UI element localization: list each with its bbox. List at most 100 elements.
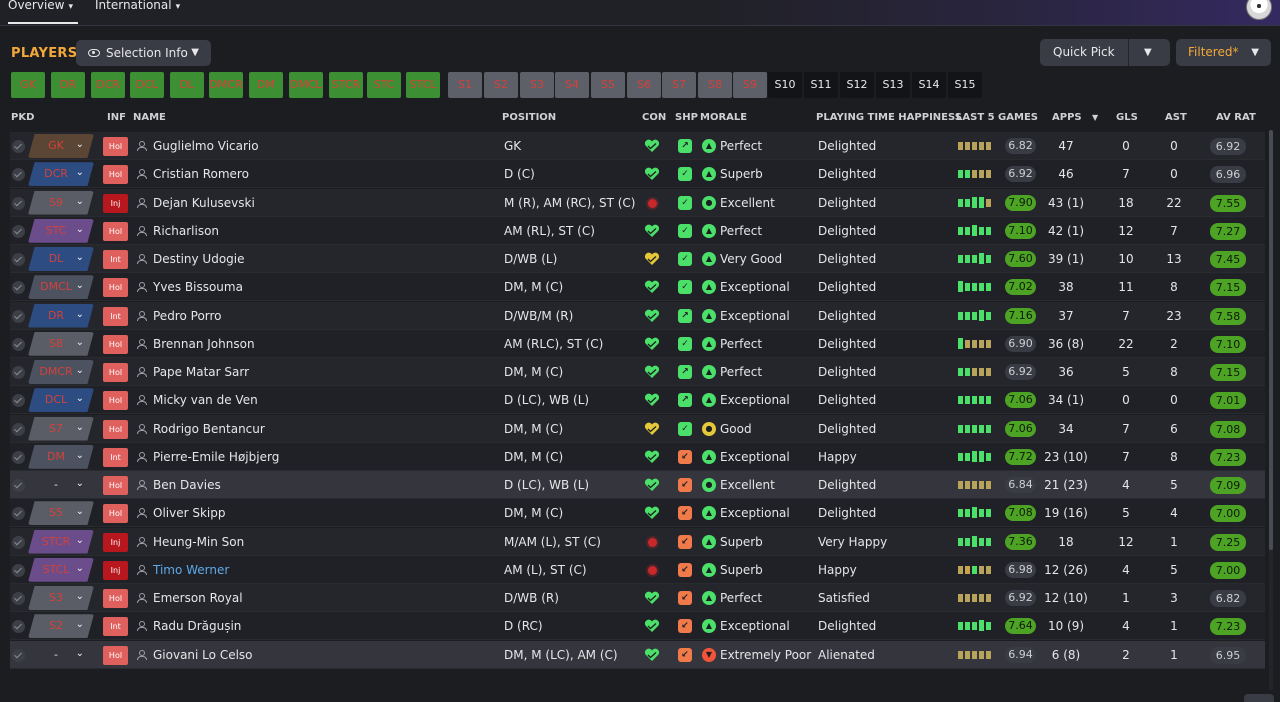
table-row[interactable]: GK ⌄ Hol Guglielmo Vicario GK ↗ ▲ Perfect Deligh… <box>10 132 1265 160</box>
selection-slot-dl[interactable]: DL <box>170 72 204 98</box>
table-row[interactable]: - ⌄ Hol Giovani Lo Celso DM, M (LC), AM (C) ↙… <box>10 640 1265 669</box>
position-pick-dropdown[interactable]: S3 ⌄ <box>28 586 94 610</box>
pick-check-icon[interactable] <box>12 507 25 521</box>
player-name[interactable]: Rodrigo Bentancur <box>153 415 265 443</box>
position-pick-dropdown[interactable]: DMCR ⌄ <box>28 360 94 384</box>
table-row[interactable]: - ⌄ Hol Ben Davies D (LC), WB (L) ↙ ● Excellent… <box>10 471 1265 499</box>
position-pick-dropdown[interactable]: - ⌄ <box>28 643 94 667</box>
selection-slot-s3[interactable]: S3 <box>520 72 554 98</box>
tab-international[interactable]: International ▾ <box>95 0 183 24</box>
scrollbar-thumb[interactable] <box>1269 130 1273 550</box>
position-pick-dropdown[interactable]: DCR ⌄ <box>28 162 94 187</box>
selection-slot-dm[interactable]: DM <box>249 72 283 98</box>
player-name[interactable]: Radu Drăgușin <box>153 612 241 640</box>
selection-slot-s1[interactable]: S1 <box>448 72 482 98</box>
selection-slot-s4[interactable]: S4 <box>555 72 589 98</box>
filter-dropdown[interactable]: Filtered* ▼ <box>1176 39 1271 66</box>
position-pick-dropdown[interactable]: DMCL ⌄ <box>28 275 94 300</box>
table-row[interactable]: DMCL ⌄ Hol Yves Bissouma DM, M (C) ✓ ▲ Exceptio… <box>10 273 1265 302</box>
selection-slot-s7[interactable]: S7 <box>662 72 696 98</box>
table-row[interactable]: DM ⌄ Int Pierre-Emile Højbjerg DM, M (C) ↙ ▲ Ex… <box>10 442 1265 471</box>
pick-check-icon[interactable] <box>12 168 25 182</box>
table-row[interactable]: DCR ⌄ Hol Cristian Romero D (C) ✓ ▲ Superb Delig… <box>10 160 1265 189</box>
bottom-handle[interactable] <box>1244 694 1274 702</box>
selection-slot-s5[interactable]: S5 <box>591 72 625 98</box>
pick-check-icon[interactable] <box>12 394 25 408</box>
quick-pick-button[interactable]: Quick Pick ▼ <box>1040 39 1170 66</box>
selection-slot-dr[interactable]: DR <box>51 72 85 98</box>
col-con[interactable]: CON <box>642 112 666 123</box>
player-name[interactable]: Cristian Romero <box>153 160 249 188</box>
player-name[interactable]: Pedro Porro <box>153 302 222 330</box>
player-name[interactable]: Micky van de Ven <box>153 386 258 414</box>
pick-check-icon[interactable] <box>12 563 25 577</box>
col-av-rat[interactable]: AV RAT <box>1216 112 1256 123</box>
selection-slot-s15[interactable]: S15 <box>948 72 982 98</box>
player-name[interactable]: Giovani Lo Celso <box>153 641 253 669</box>
table-row[interactable]: S9 ⌄ Inj Dejan Kulusevski M (R), AM (RC), ST… <box>10 188 1265 217</box>
table-row[interactable]: S2 ⌄ Int Radu Drăgușin D (RC) ↙ ▲ Exceptional De… <box>10 612 1265 641</box>
table-row[interactable]: STC ⌄ Hol Richarlison AM (RL), ST (C) ✓ ▲ Perfe… <box>10 216 1265 245</box>
player-name[interactable]: Dejan Kulusevski <box>153 189 255 217</box>
position-pick-dropdown[interactable]: GK ⌄ <box>28 134 94 158</box>
position-pick-dropdown[interactable]: DM ⌄ <box>28 444 94 469</box>
pick-check-icon[interactable] <box>12 309 25 323</box>
selection-slot-gk[interactable]: GK <box>11 72 45 98</box>
col-apps[interactable]: APPS <box>1052 112 1082 123</box>
pick-check-icon[interactable] <box>12 620 25 634</box>
position-pick-dropdown[interactable]: DCL ⌄ <box>28 388 94 413</box>
pick-check-icon[interactable] <box>12 450 25 464</box>
col-inf[interactable]: INF <box>107 112 126 123</box>
table-row[interactable]: DMCR ⌄ Hol Pape Matar Sarr DM, M (C) ↗ ▲ Perfec… <box>10 358 1265 386</box>
player-name[interactable]: Heung-Min Son <box>153 528 244 556</box>
pick-check-icon[interactable] <box>12 648 25 662</box>
position-pick-dropdown[interactable]: STCL ⌄ <box>28 557 94 582</box>
selection-slot-dmcr[interactable]: DMCR <box>209 72 243 98</box>
table-row[interactable]: S8 ⌄ Hol Brennan Johnson AM (RLC), ST (C) ✓ ▲ P… <box>10 329 1265 358</box>
selection-slot-s14[interactable]: S14 <box>912 72 946 98</box>
col-playing-time-happiness[interactable]: PLAYING TIME HAPPINESS <box>816 112 962 123</box>
table-row[interactable]: S7 ⌄ Hol Rodrigo Bentancur DM, M (C) ✓ ● Good De… <box>10 414 1265 443</box>
position-pick-dropdown[interactable]: - ⌄ <box>28 473 94 497</box>
player-name[interactable]: Pierre-Emile Højbjerg <box>153 443 279 471</box>
player-name[interactable]: Yves Bissouma <box>153 273 243 301</box>
selection-slot-s9[interactable]: S9 <box>733 72 767 98</box>
scrollbar[interactable] <box>1269 130 1273 690</box>
player-name[interactable]: Timo Werner <box>153 556 229 584</box>
selection-info-button[interactable]: Selection Info ▼ <box>76 40 211 66</box>
player-name[interactable]: Ben Davies <box>153 471 221 499</box>
position-pick-dropdown[interactable]: STCR ⌄ <box>28 529 94 554</box>
player-name[interactable]: Brennan Johnson <box>153 330 255 358</box>
tab-overview[interactable]: Overview ▾ <box>8 0 78 24</box>
club-badge-icon[interactable] <box>1246 0 1272 20</box>
selection-slot-s2[interactable]: S2 <box>484 72 518 98</box>
selection-slot-stcl[interactable]: STCL <box>406 72 440 98</box>
selection-slot-s6[interactable]: S6 <box>627 72 661 98</box>
selection-slot-stc[interactable]: STC <box>367 72 401 98</box>
table-row[interactable]: DCL ⌄ Hol Micky van de Ven D (LC), WB (L) ↗ ▲ E… <box>10 386 1265 415</box>
pick-check-icon[interactable] <box>12 253 25 266</box>
table-row[interactable]: DR ⌄ Int Pedro Porro D/WB/M (R) ↗ ▲ Exceptional… <box>10 301 1265 330</box>
position-pick-dropdown[interactable]: DR ⌄ <box>28 303 94 328</box>
selection-slot-dmcl[interactable]: DMCL <box>289 72 323 98</box>
col-pkd[interactable]: PKD <box>11 112 34 123</box>
table-row[interactable]: STCR ⌄ Inj Heung-Min Son M/AM (L), ST (C) ↙ ▲ S… <box>10 527 1265 556</box>
chevron-down-icon[interactable]: ▼ <box>1144 39 1152 66</box>
selection-slot-stcr[interactable]: STCR <box>329 72 363 98</box>
player-name[interactable]: Pape Matar Sarr <box>153 358 249 386</box>
position-pick-dropdown[interactable]: DL ⌄ <box>28 247 94 271</box>
selection-slot-s11[interactable]: S11 <box>804 72 838 98</box>
position-pick-dropdown[interactable]: S8 ⌄ <box>28 331 94 356</box>
table-row[interactable]: DL ⌄ Int Destiny Udogie D/WB (L) ✓ ▲ Very Good D… <box>10 245 1265 273</box>
selection-slot-s13[interactable]: S13 <box>876 72 910 98</box>
selection-slot-s8[interactable]: S8 <box>698 72 732 98</box>
player-name[interactable]: Richarlison <box>153 217 219 245</box>
pick-check-icon[interactable] <box>12 224 25 238</box>
col-last-5-games[interactable]: LAST 5 GAMES <box>956 112 1038 123</box>
col-position[interactable]: POSITION <box>502 112 556 123</box>
position-pick-dropdown[interactable]: S7 ⌄ <box>28 416 94 441</box>
pick-check-icon[interactable] <box>12 366 25 379</box>
table-row[interactable]: S3 ⌄ Hol Emerson Royal D/WB (R) ↙ ▲ Perfect Sati… <box>10 584 1265 612</box>
table-row[interactable]: STCL ⌄ Inj Timo Werner AM (L), ST (C) ↙ ▲ Super… <box>10 555 1265 584</box>
pick-check-icon[interactable] <box>12 592 25 605</box>
